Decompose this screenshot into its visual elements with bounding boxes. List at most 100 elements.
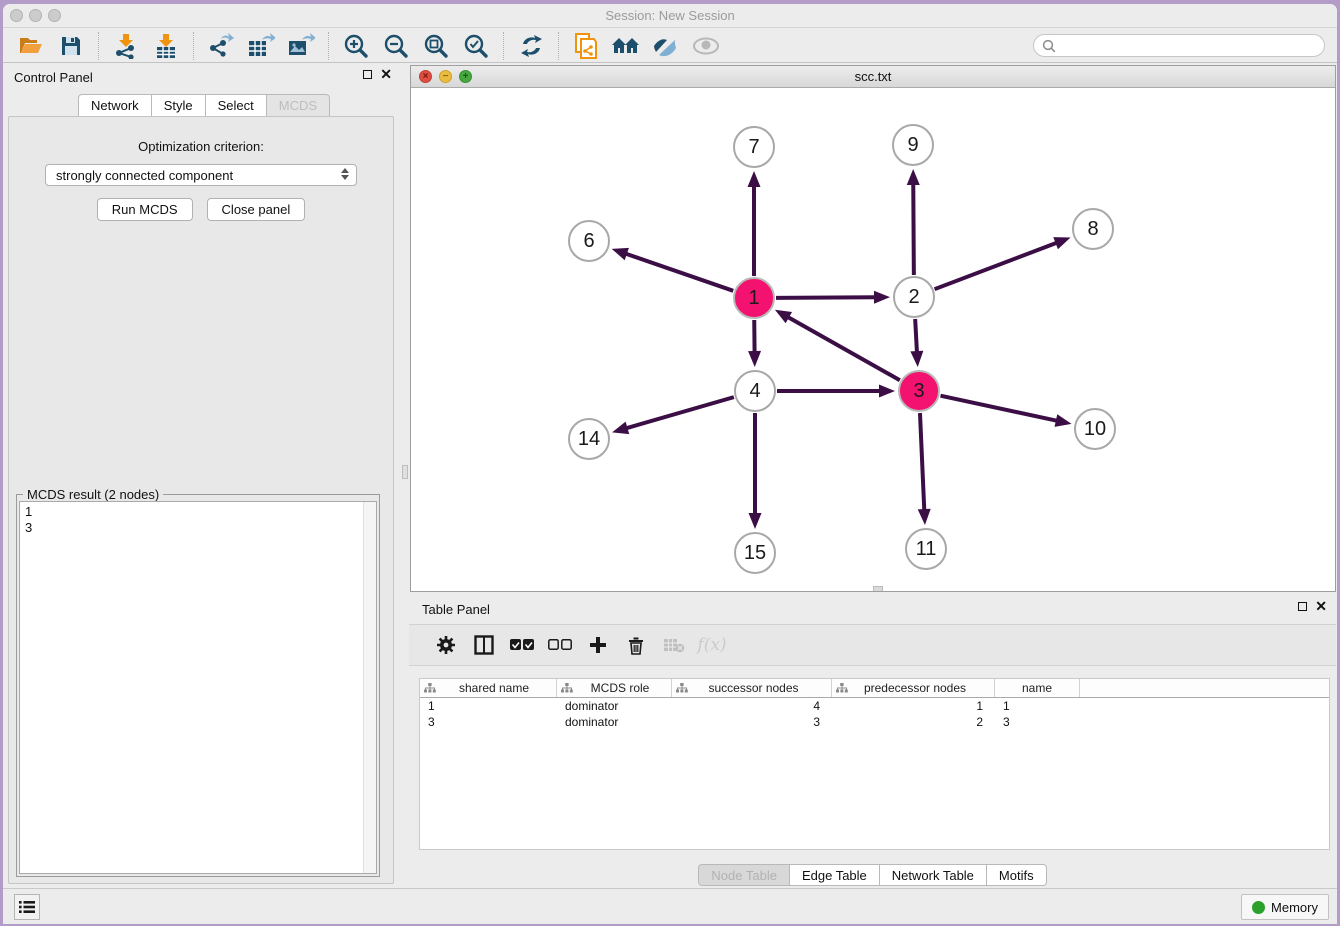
network-resize-grip[interactable] <box>873 586 883 591</box>
edge-3-1[interactable] <box>775 310 900 380</box>
close-table-panel-icon[interactable]: ✕ <box>1315 602 1327 611</box>
export-table-icon[interactable] <box>241 31 281 61</box>
table-cell[interactable]: dominator <box>557 715 672 729</box>
optimization-criterion-label: Optimization criterion: <box>9 139 393 154</box>
network-node-2[interactable]: 2 <box>893 276 935 318</box>
tab-edge-table[interactable]: Edge Table <box>789 864 879 886</box>
column-type-icon <box>836 683 848 693</box>
zoom-selected-icon[interactable] <box>456 31 496 61</box>
table-cell[interactable]: 3 <box>420 715 557 729</box>
result-scrollbar[interactable] <box>363 502 376 873</box>
refresh-network-icon[interactable] <box>511 31 551 61</box>
create-column-icon[interactable] <box>579 629 617 661</box>
export-network-icon[interactable] <box>201 31 241 61</box>
edge-1-6[interactable] <box>612 248 734 291</box>
column-header-successor-nodes[interactable]: successor nodes <box>672 679 832 697</box>
select-all-columns-icon[interactable] <box>503 629 541 661</box>
float-table-panel-icon[interactable] <box>1298 602 1307 611</box>
network-node-6[interactable]: 6 <box>568 220 610 262</box>
edge-4-3[interactable] <box>777 385 895 398</box>
tab-style[interactable]: Style <box>151 94 205 118</box>
network-node-1[interactable]: 1 <box>733 277 775 319</box>
network-window-titlebar[interactable]: × − + scc.txt <box>411 66 1335 88</box>
table-settings-gear-icon[interactable] <box>427 629 465 661</box>
tab-node-table[interactable]: Node Table <box>698 864 789 886</box>
result-line[interactable]: 3 <box>20 520 376 536</box>
column-header-MCDS-role[interactable]: MCDS role <box>557 679 672 697</box>
edge-2-3[interactable] <box>910 319 923 367</box>
hide-panels-icon[interactable] <box>646 31 686 61</box>
table-row[interactable]: 3dominator323 <box>420 714 1329 730</box>
open-session-icon[interactable] <box>11 31 51 61</box>
network-node-11[interactable]: 11 <box>905 528 947 570</box>
import-table-icon[interactable] <box>146 31 186 61</box>
edge-1-4[interactable] <box>748 320 761 367</box>
save-session-icon[interactable] <box>51 31 91 61</box>
column-type-icon <box>676 683 688 693</box>
duplicate-network-icon[interactable] <box>566 31 606 61</box>
task-history-button[interactable] <box>14 894 40 920</box>
export-image-icon[interactable] <box>281 31 321 61</box>
run-mcds-button[interactable]: Run MCDS <box>97 198 193 221</box>
network-node-15[interactable]: 15 <box>734 532 776 574</box>
network-canvas[interactable]: 7 9 6 8 1 2 4 3 14 10 15 11 <box>411 89 1335 591</box>
tab-select[interactable]: Select <box>205 94 266 118</box>
close-panel-icon[interactable]: ✕ <box>380 70 392 79</box>
edge-4-15[interactable] <box>749 413 762 529</box>
search-box[interactable] <box>1033 34 1325 57</box>
network-node-10[interactable]: 10 <box>1074 408 1116 450</box>
show-columns-icon[interactable] <box>465 629 503 661</box>
table-cell[interactable]: 4 <box>672 699 832 713</box>
unselect-all-columns-icon[interactable] <box>541 629 579 661</box>
float-panel-icon[interactable] <box>363 70 372 79</box>
network-node-8[interactable]: 8 <box>1072 208 1114 250</box>
column-header-name[interactable]: name <box>995 679 1080 697</box>
column-header-shared-name[interactable]: shared name <box>420 679 557 697</box>
edge-1-2[interactable] <box>776 291 890 304</box>
network-node-4[interactable]: 4 <box>734 370 776 412</box>
table-cell[interactable]: 1 <box>995 699 1080 713</box>
table-cell[interactable]: 1 <box>832 699 995 713</box>
close-panel-button[interactable]: Close panel <box>207 198 306 221</box>
table-cell[interactable]: dominator <box>557 699 672 713</box>
edge-2-9[interactable] <box>907 169 920 275</box>
edge-3-11[interactable] <box>918 413 931 525</box>
criterion-dropdown-value: strongly connected component <box>56 168 233 183</box>
tab-mcds[interactable]: MCDS <box>266 94 330 118</box>
zoom-fit-icon[interactable] <box>416 31 456 61</box>
network-node-3[interactable]: 3 <box>898 370 940 412</box>
zoom-in-icon[interactable] <box>336 31 376 61</box>
import-network-icon[interactable] <box>106 31 146 61</box>
delete-column-trash-icon[interactable] <box>617 629 655 661</box>
zoom-out-icon[interactable] <box>376 31 416 61</box>
edge-1-7[interactable] <box>748 171 761 276</box>
network-node-9[interactable]: 9 <box>892 124 934 166</box>
table-cell[interactable]: 1 <box>420 699 557 713</box>
memory-button[interactable]: Memory <box>1241 894 1329 920</box>
table-row[interactable]: 1dominator411 <box>420 698 1329 714</box>
home-layout-icon[interactable] <box>606 31 646 61</box>
network-node-7[interactable]: 7 <box>733 126 775 168</box>
table-cell[interactable]: 2 <box>832 715 995 729</box>
column-header-predecessor-nodes[interactable]: predecessor nodes <box>832 679 995 697</box>
result-line[interactable]: 1 <box>20 504 376 520</box>
edge-4-14[interactable] <box>612 397 734 434</box>
network-node-14[interactable]: 14 <box>568 418 610 460</box>
criterion-dropdown[interactable]: strongly connected component <box>45 164 357 186</box>
column-header-label: name <box>999 681 1075 695</box>
column-header-label: successor nodes <box>688 681 819 695</box>
search-input[interactable] <box>1061 39 1316 53</box>
network-window-title: scc.txt <box>411 69 1335 84</box>
mcds-result-list[interactable]: 13 <box>19 501 377 874</box>
mcds-result-title: MCDS result (2 nodes) <box>23 487 163 502</box>
tab-network-table[interactable]: Network Table <box>879 864 986 886</box>
tab-motifs[interactable]: Motifs <box>986 864 1047 886</box>
tab-network[interactable]: Network <box>78 94 151 118</box>
edge-3-10[interactable] <box>941 396 1072 427</box>
table-cell[interactable]: 3 <box>995 715 1080 729</box>
column-type-icon <box>424 683 436 693</box>
table-header-row: shared nameMCDS role successor nodes prede… <box>420 679 1329 698</box>
table-cell[interactable]: 3 <box>672 715 832 729</box>
delete-table-icon <box>655 629 693 661</box>
edge-2-8[interactable] <box>935 237 1071 289</box>
